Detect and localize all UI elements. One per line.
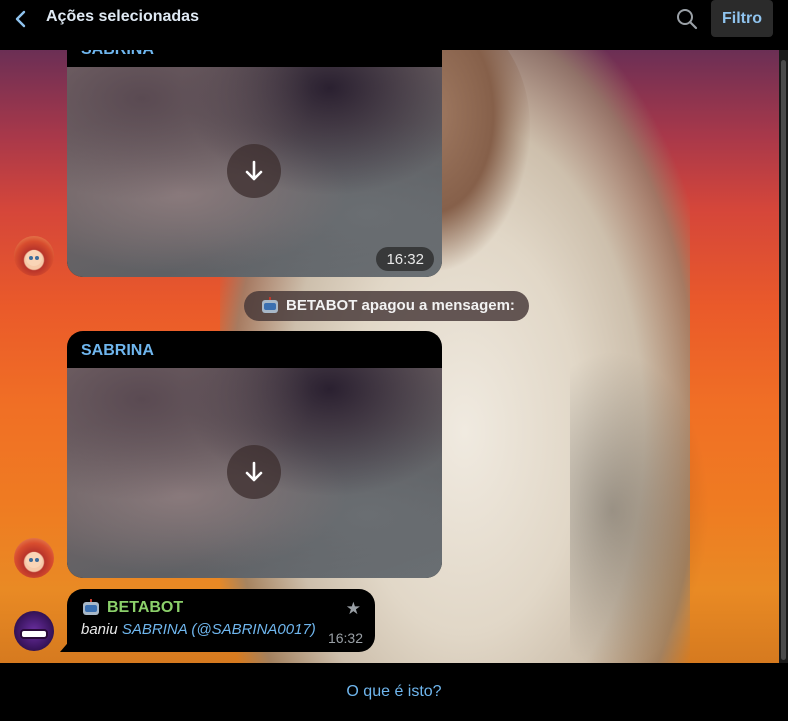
search-button[interactable] (674, 6, 700, 32)
avatar[interactable] (14, 611, 54, 651)
blurred-media-preview[interactable] (67, 368, 442, 578)
service-message[interactable]: BETABOT apagou a mensagem: (244, 291, 529, 321)
download-arrow-icon (245, 160, 263, 181)
message-time: 16:32 (376, 247, 434, 271)
top-bar: Ações selecionadas Filtro (0, 0, 788, 50)
star-icon[interactable]: ★ (346, 599, 361, 619)
action-text: baniu (81, 621, 118, 638)
avatar-eye (29, 256, 33, 260)
page-title: Ações selecionadas (46, 8, 199, 25)
back-button[interactable] (10, 8, 34, 32)
filter-button[interactable]: Filtro (711, 0, 773, 37)
what-is-this-link[interactable]: O que é isto? (346, 683, 441, 701)
download-button[interactable] (227, 445, 281, 499)
user-link[interactable]: SABRINA (122, 621, 187, 638)
sender-name[interactable]: SABRINA (67, 331, 442, 368)
avatar-eye (35, 256, 39, 260)
scrollbar-thumb[interactable] (781, 60, 786, 660)
media-message[interactable]: SABRINA (67, 331, 442, 578)
search-icon (677, 9, 698, 30)
avatar-eye (29, 558, 33, 562)
message-time: 16:32 (327, 630, 363, 646)
download-button[interactable] (227, 144, 281, 198)
service-text: BETABOT apagou a mensagem: (286, 297, 515, 314)
robot-emoji-icon (260, 297, 280, 315)
avatar-eye (35, 558, 39, 562)
blurred-media-preview[interactable]: 16:32 (67, 67, 442, 277)
sender-name-row: BETABOT (81, 599, 361, 617)
user-handle-link[interactable]: (@SABRINA0017) (191, 621, 315, 638)
chat-scrollbar[interactable] (779, 50, 788, 663)
download-arrow-icon (245, 461, 263, 482)
chevron-left-icon (15, 10, 26, 28)
wallpaper-shadow (570, 350, 710, 663)
text-message[interactable]: BETABOT ★ baniu SABRINA (@SABRINA0017) 1… (67, 589, 375, 652)
bottom-bar: O que é isto? (0, 663, 788, 721)
sender-name[interactable]: BETABOT (107, 599, 183, 617)
avatar-mouth (20, 629, 48, 639)
robot-emoji-icon (81, 599, 101, 617)
avatar[interactable] (14, 538, 54, 578)
message-text: baniu SABRINA (@SABRINA0017) (81, 621, 361, 638)
media-message[interactable]: SABRINA 16:32 (67, 30, 442, 277)
avatar[interactable] (14, 236, 54, 276)
